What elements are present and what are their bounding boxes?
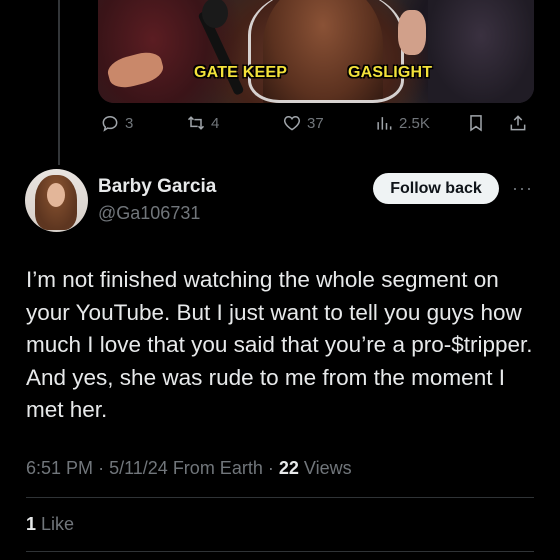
share-icon xyxy=(510,115,526,131)
reply-count: 3 xyxy=(125,114,134,132)
divider xyxy=(26,497,534,498)
action-bar: 3 4 37 2.5K xyxy=(98,113,534,139)
likes-summary[interactable]: 1 Like xyxy=(26,514,74,535)
repost-count: 4 xyxy=(211,114,220,132)
heart-icon xyxy=(283,115,301,131)
thread-line xyxy=(58,0,60,165)
repost-icon xyxy=(187,116,205,130)
reply-icon xyxy=(102,115,118,132)
view-count: 2.5K xyxy=(399,114,430,132)
tweet-time[interactable]: 6:51 PM xyxy=(26,458,93,478)
views-button[interactable]: 2.5K xyxy=(374,113,430,133)
tweet-source: From Earth xyxy=(172,458,263,478)
repost-button[interactable]: 4 xyxy=(186,113,219,133)
views-label: Views xyxy=(303,458,352,478)
media-image[interactable]: GATE KEEP GASLIGHT xyxy=(98,0,534,103)
share-button[interactable] xyxy=(508,113,528,133)
like-button[interactable]: 37 xyxy=(282,113,324,133)
tweet-metadata: 6:51 PM · 5/11/24 From Earth · 22 Views xyxy=(26,458,352,478)
tweet-text: I’m not finished watching the whole segm… xyxy=(26,267,533,422)
user-handle[interactable]: @Ga106731 xyxy=(98,203,200,224)
analytics-icon xyxy=(377,117,392,130)
more-options-icon[interactable]: ··· xyxy=(512,178,533,199)
avatar[interactable] xyxy=(25,169,88,232)
like-count: 37 xyxy=(307,114,324,132)
caption-gatekeep: GATE KEEP xyxy=(194,64,288,81)
caption-gaslight: GASLIGHT xyxy=(348,64,433,81)
tweet-date[interactable]: 5/11/24 xyxy=(109,458,168,478)
likes-label: Like xyxy=(41,514,75,534)
divider xyxy=(26,551,534,552)
views-count: 22 xyxy=(278,458,299,478)
follow-back-button[interactable]: Follow back xyxy=(373,173,499,204)
bookmark-icon xyxy=(470,115,482,132)
likes-count: 1 xyxy=(26,514,37,534)
display-name[interactable]: Barby Garcia xyxy=(98,176,216,198)
reply-button[interactable]: 3 xyxy=(100,113,133,133)
bookmark-button[interactable] xyxy=(466,113,486,133)
